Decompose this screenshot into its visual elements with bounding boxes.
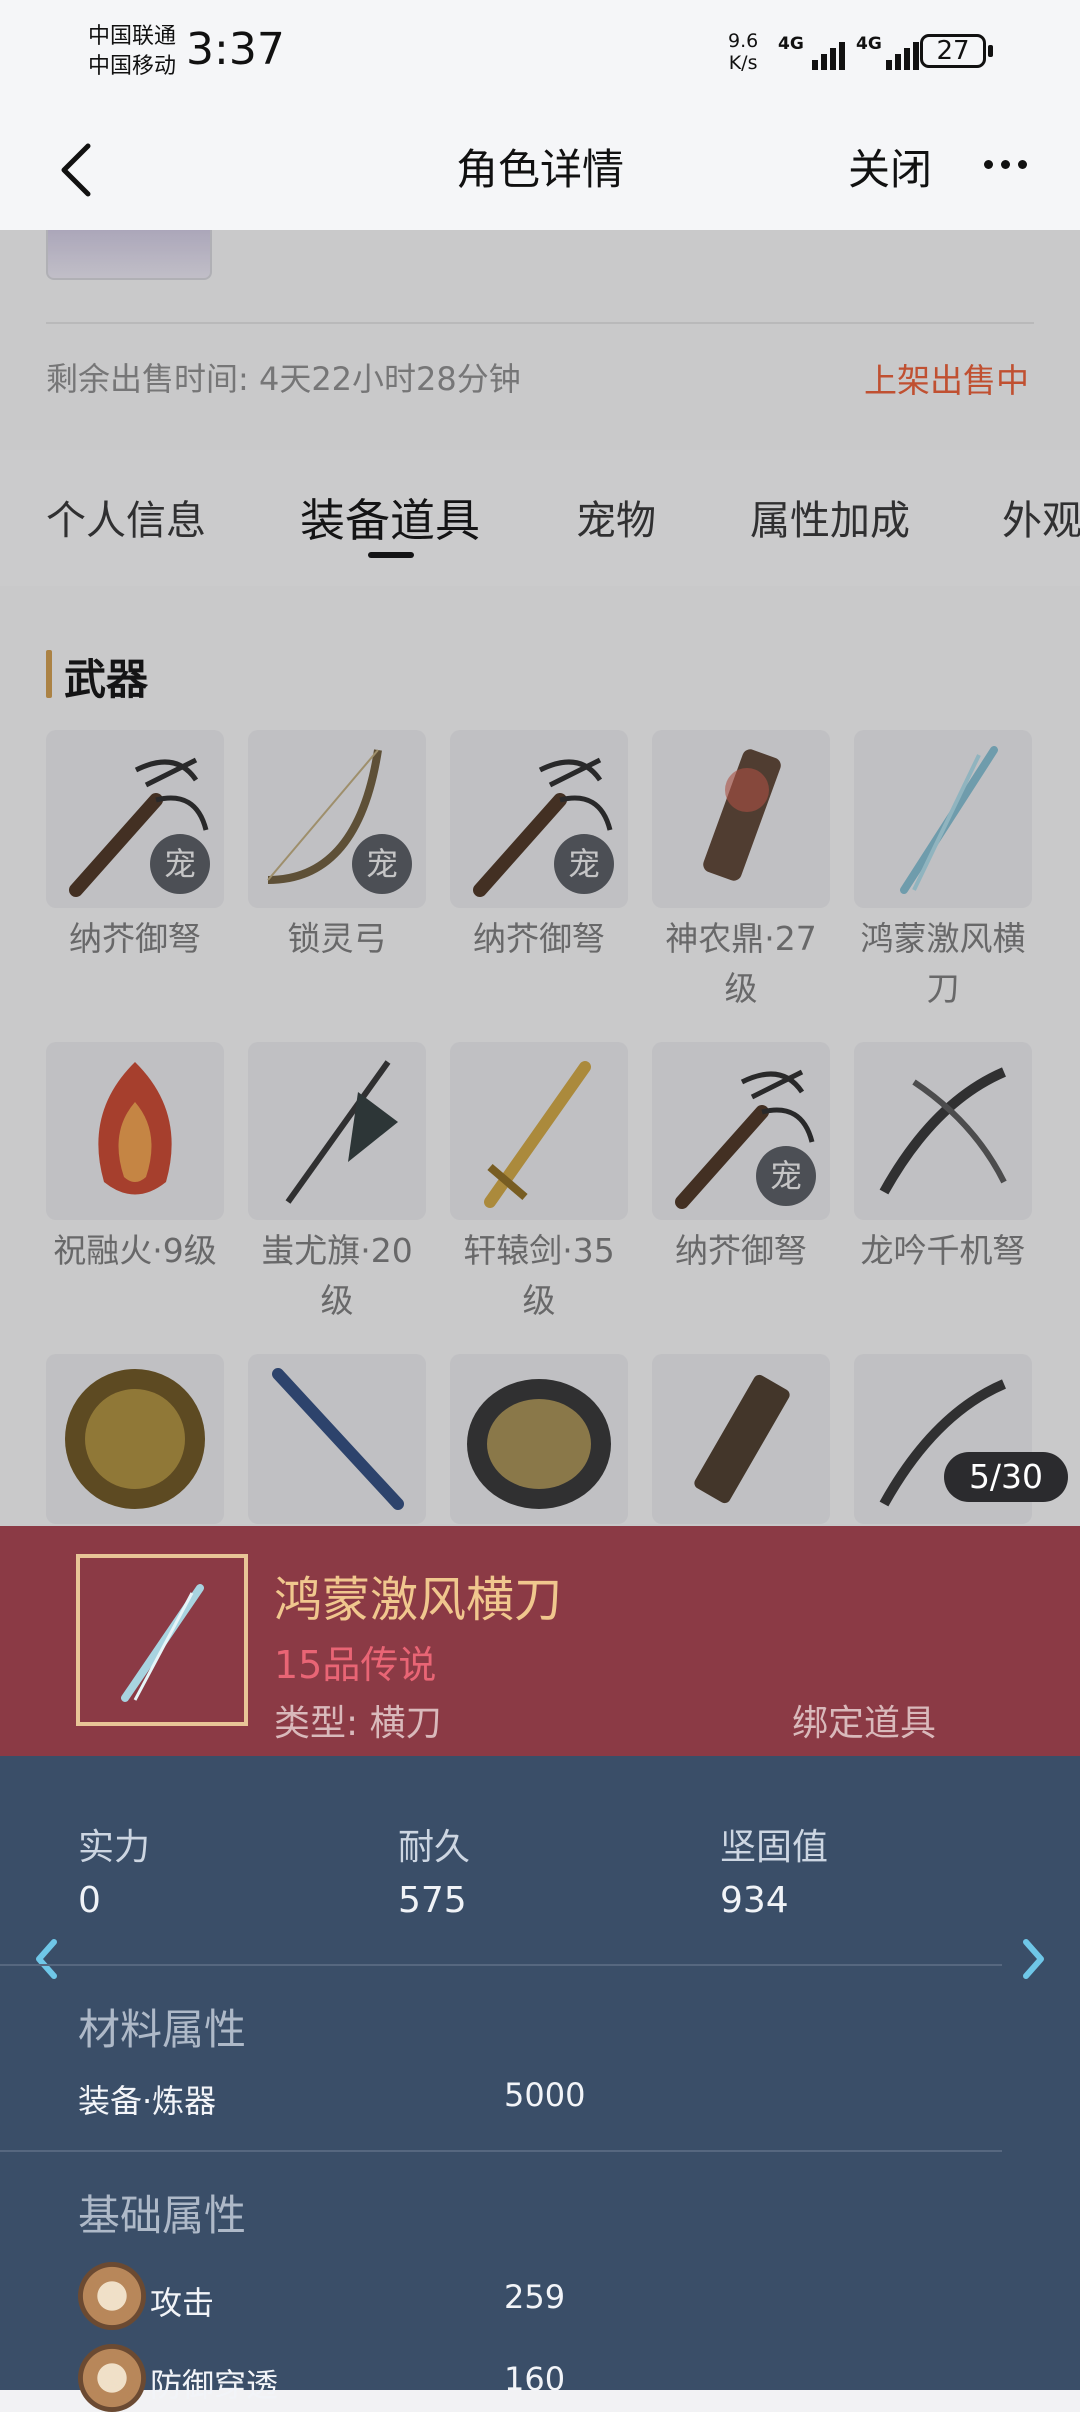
stat-label: 坚固值 [720, 1827, 829, 1868]
blade-icon [121, 1584, 204, 1702]
attack-medal-icon [78, 2262, 146, 2330]
stat-label: 耐久 [398, 1827, 471, 1868]
battery-level: 27 [936, 36, 970, 66]
carrier-1: 中国联通 [88, 24, 177, 49]
item-thumbnail [76, 1554, 248, 1726]
battery-icon: 27 [920, 34, 986, 68]
material-name: 装备·炼器 [78, 2082, 217, 2120]
attr-name: 攻击 [150, 2284, 215, 2322]
network-type-1: 4G [778, 34, 804, 54]
net-speed: 9.6 K/s [728, 30, 758, 74]
signal-icon: 4G [856, 34, 928, 70]
net-speed-unit: K/s [728, 52, 758, 74]
base-section-title: 基础属性 [78, 2191, 247, 2240]
bind-status: 绑定道具 [792, 1703, 937, 1744]
status-time: 3:37 [186, 24, 285, 75]
divider [0, 1964, 1002, 1966]
attr-value: 160 [504, 2360, 566, 2398]
material-value: 5000 [504, 2076, 586, 2114]
item-name: 鸿蒙激风横刀 [274, 1572, 563, 1628]
prev-arrow-icon[interactable] [34, 1938, 60, 1980]
item-type: 类型: 横刀 [274, 1703, 442, 1744]
battery-tip [988, 45, 993, 57]
item-counter: 5/30 [944, 1452, 1068, 1502]
material-section-title: 材料属性 [78, 2005, 247, 2054]
item-grade: 15品传说 [274, 1643, 437, 1687]
attr-name: 防御穿透 [150, 2366, 279, 2404]
divider [0, 2150, 1002, 2152]
stat-value: 575 [398, 1880, 467, 1921]
more-icon[interactable] [984, 160, 1028, 170]
net-speed-value: 9.6 [728, 30, 759, 52]
stat-value: 934 [720, 1880, 789, 1921]
close-button[interactable]: 关闭 [848, 136, 932, 197]
penetration-medal-icon [78, 2344, 146, 2412]
carrier-info: 中国联通 中国移动 [88, 22, 176, 82]
network-type-2: 4G [856, 34, 882, 54]
attr-value: 259 [504, 2278, 566, 2316]
next-arrow-icon[interactable] [1020, 1938, 1046, 1980]
stat-value: 0 [78, 1880, 101, 1921]
signal-icon: 4G [778, 34, 850, 70]
carrier-2: 中国移动 [88, 54, 177, 79]
stat-label: 实力 [78, 1827, 151, 1868]
